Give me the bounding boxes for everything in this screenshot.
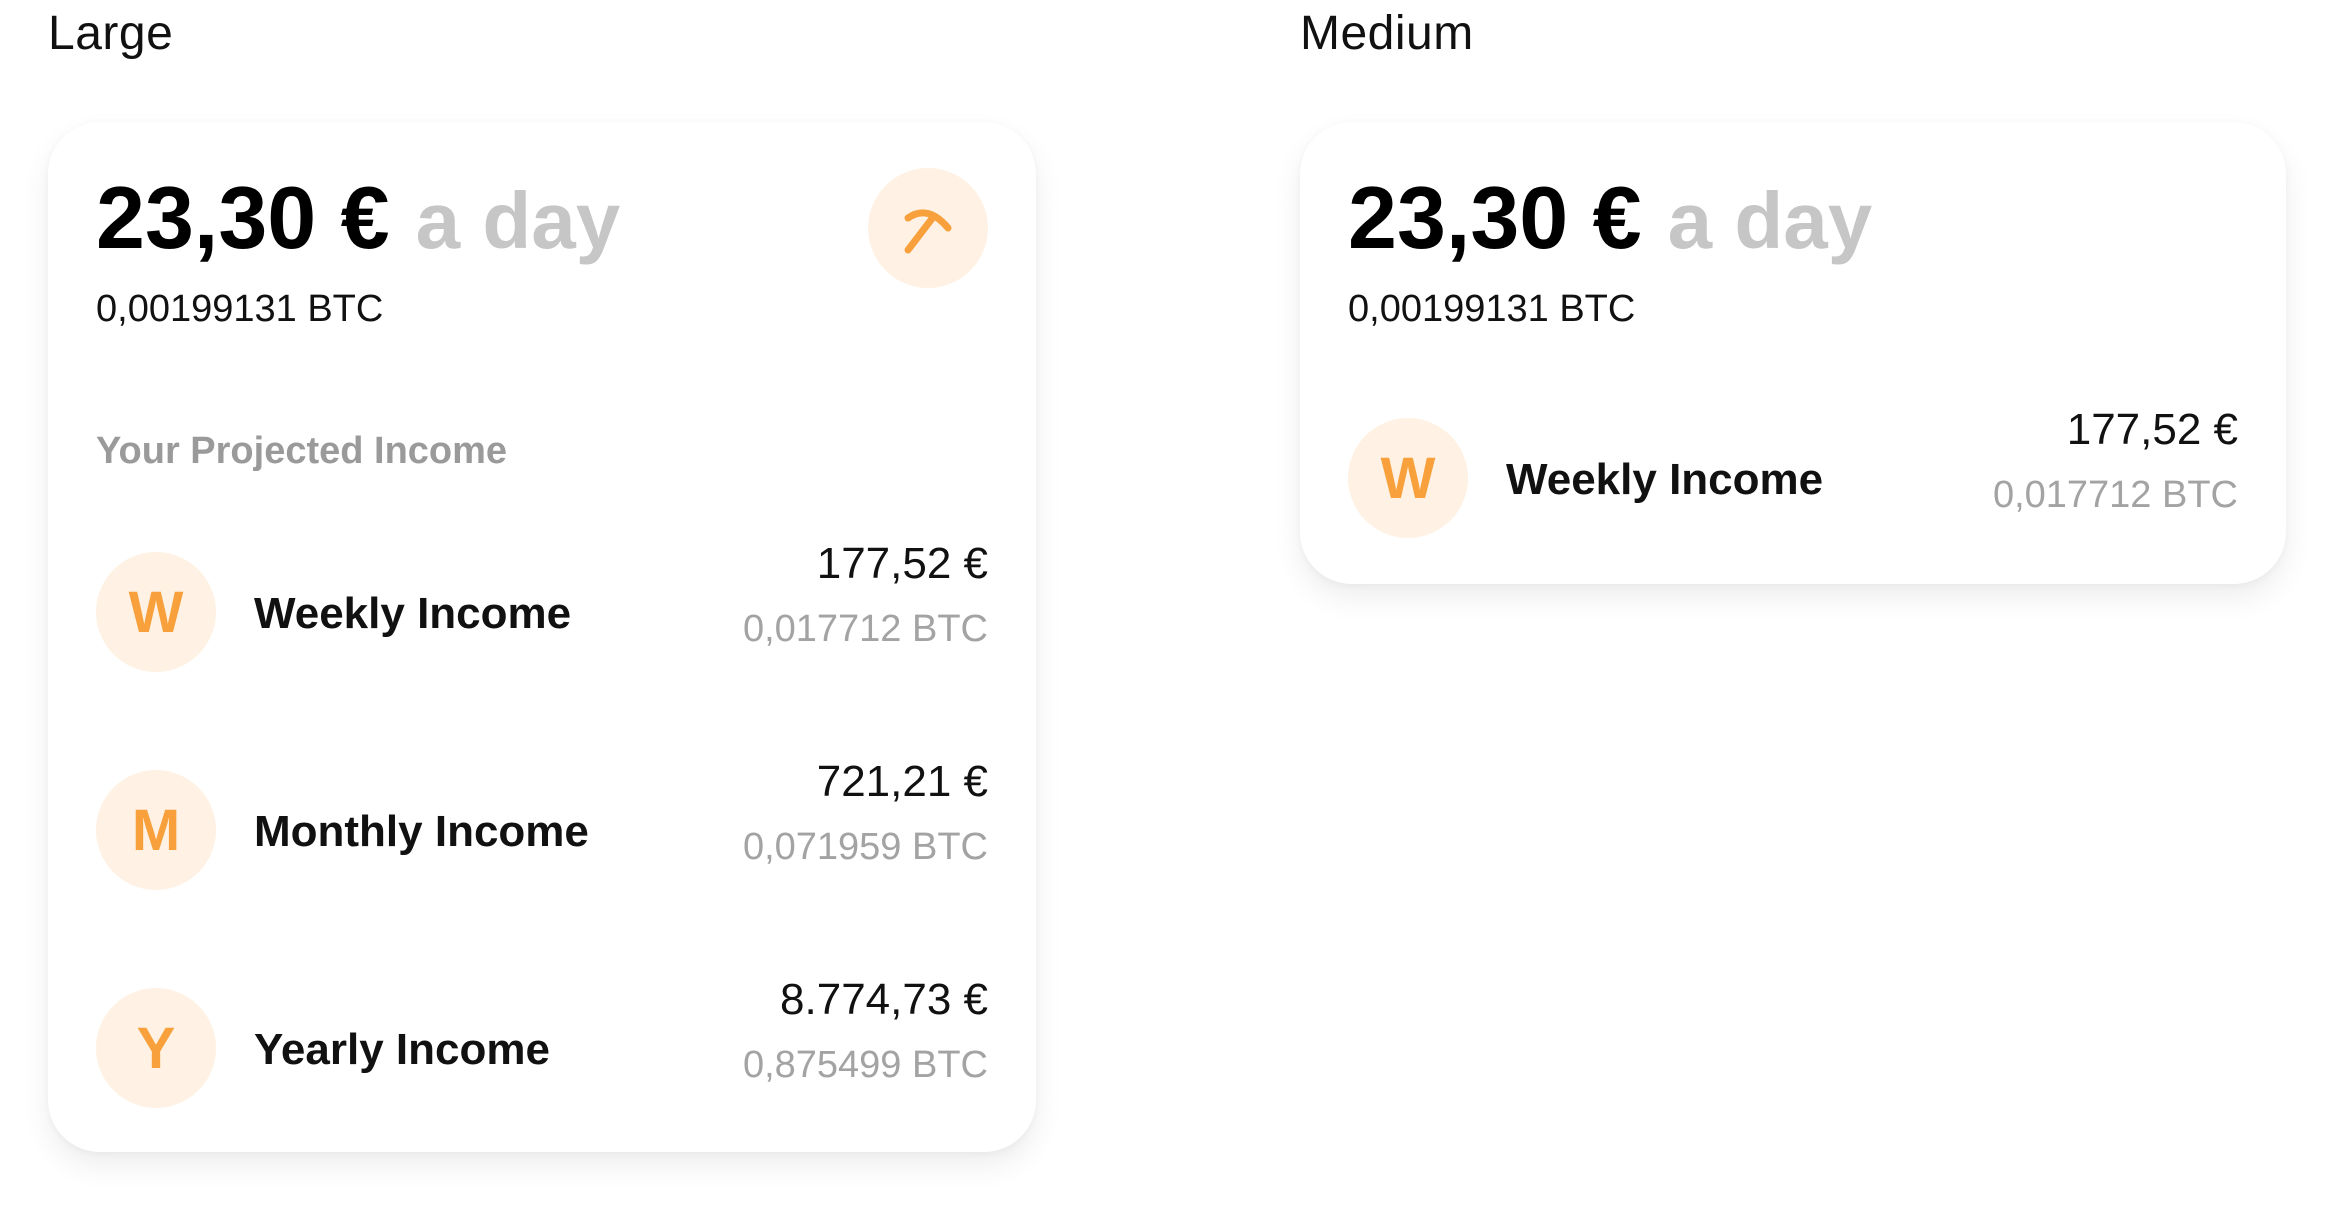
income-row-weekly[interactable]: W Weekly Income 177,52 € 0,017712 BTC — [96, 542, 988, 672]
income-row-monthly[interactable]: M Monthly Income 721,21 € 0,071959 BTC — [96, 760, 988, 890]
mining-button[interactable] — [868, 168, 988, 288]
large-income-widget[interactable]: 23,30 € a day 0,00199131 BTC Your Project… — [48, 122, 1036, 1152]
daily-amount: 23,30 € — [96, 168, 390, 267]
daily-suffix: a day — [415, 176, 621, 265]
medium-weekly-eur: 177,52 € — [2066, 405, 2238, 454]
medium-weekly-badge: W — [1348, 418, 1468, 538]
weekly-label: Weekly Income — [254, 589, 572, 638]
medium-daily-amount-line: 23,30 € a day — [1348, 174, 1872, 262]
medium-income-row-weekly[interactable]: W Weekly Income 177,52 € 0,017712 BTC — [1348, 408, 2238, 538]
daily-amount-line: 23,30 € a day — [96, 174, 620, 262]
weekly-btc: 0,017712 BTC — [742, 608, 988, 650]
medium-weekly-btc: 0,017712 BTC — [1992, 474, 2238, 516]
medium-daily-suffix: a day — [1667, 176, 1873, 265]
medium-daily-btc: 0,00199131 BTC — [1348, 288, 1636, 330]
yearly-label: Yearly Income — [254, 1025, 550, 1074]
monthly-eur: 721,21 € — [816, 757, 988, 806]
monthly-badge: M — [96, 770, 216, 890]
yearly-btc: 0,875499 BTC — [742, 1044, 988, 1086]
projected-income-title: Your Projected Income — [96, 430, 508, 472]
monthly-btc: 0,071959 BTC — [742, 826, 988, 868]
medium-daily-amount: 23,30 € — [1348, 168, 1642, 267]
large-section-label: Large — [48, 7, 174, 60]
medium-income-widget[interactable]: 23,30 € a day 0,00199131 BTC W Weekly Inc… — [1300, 122, 2286, 584]
weekly-eur: 177,52 € — [816, 539, 988, 588]
weekly-badge: W — [96, 552, 216, 672]
monthly-label: Monthly Income — [254, 807, 589, 856]
pickaxe-icon — [904, 209, 952, 254]
daily-btc: 0,00199131 BTC — [96, 288, 384, 330]
yearly-badge: Y — [96, 988, 216, 1108]
medium-weekly-label: Weekly Income — [1506, 455, 1824, 504]
medium-section-label: Medium — [1300, 7, 1474, 60]
yearly-eur: 8.774,73 € — [780, 975, 988, 1024]
income-row-yearly[interactable]: Y Yearly Income 8.774,73 € 0,875499 BTC — [96, 978, 988, 1108]
